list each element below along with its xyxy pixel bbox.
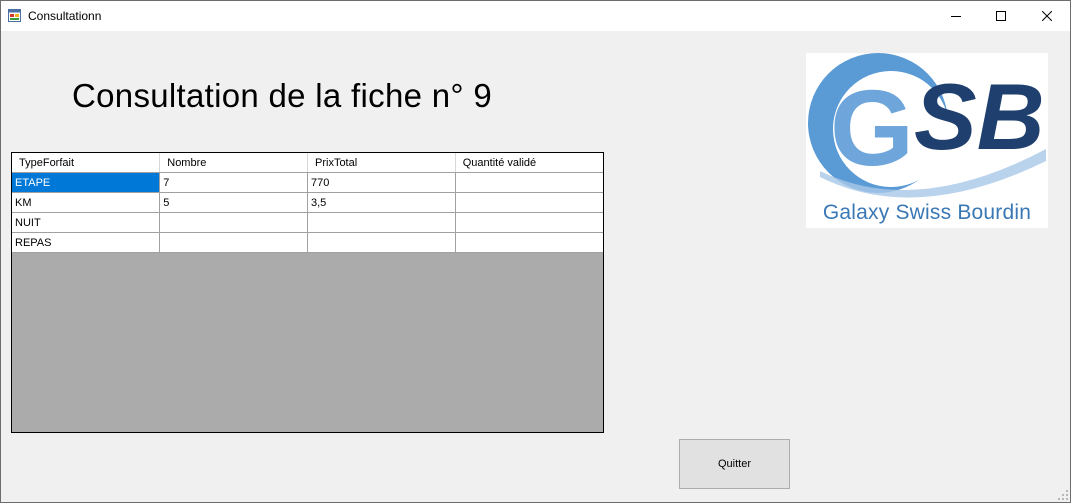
maximize-icon	[996, 11, 1006, 21]
minimize-icon	[951, 16, 961, 17]
table-row[interactable]: REPAS	[12, 232, 603, 253]
table-header-row: TypeForfait Nombre PrixTotal Quantité va…	[12, 153, 603, 173]
maximize-button[interactable]	[978, 1, 1024, 31]
table-cell[interactable]: 7	[159, 172, 308, 193]
minimize-button[interactable]	[933, 1, 979, 31]
table-cell[interactable]	[159, 212, 308, 233]
column-header-nombre[interactable]: Nombre	[159, 153, 308, 173]
table-cell[interactable]	[307, 212, 456, 233]
table-row[interactable]: KM 5 3,5	[12, 192, 603, 213]
close-icon	[1042, 11, 1052, 21]
title-bar[interactable]: Consultationn	[1, 1, 1070, 31]
window-title: Consultationn	[28, 9, 102, 23]
table-cell[interactable]	[455, 232, 603, 253]
table-cell[interactable]	[455, 212, 603, 233]
table-cell[interactable]	[455, 172, 603, 193]
logo-caption: Galaxy Swiss Bourdin	[822, 201, 1032, 224]
table-cell[interactable]: NUIT	[12, 212, 161, 233]
quit-button[interactable]: Quitter	[679, 439, 790, 489]
consultation-window: Consultationn Consultation de la fiche n…	[0, 0, 1071, 503]
logo-letters-sb: SB	[914, 64, 1045, 169]
table-row[interactable]: ETAPE 7 770	[12, 172, 603, 193]
table-cell[interactable]: REPAS	[12, 232, 161, 253]
forfait-data-grid[interactable]: TypeForfait Nombre PrixTotal Quantité va…	[11, 152, 604, 433]
resize-grip-icon[interactable]	[1058, 490, 1068, 500]
gsb-logo-mark: G SB	[808, 53, 1046, 198]
table-row[interactable]: NUIT	[12, 212, 603, 233]
column-header-quantite-valide[interactable]: Quantité validé	[455, 153, 603, 173]
close-button[interactable]	[1024, 1, 1070, 31]
table-cell[interactable]: 770	[307, 172, 456, 193]
table-cell[interactable]: 5	[159, 192, 308, 213]
column-header-typeforfait[interactable]: TypeForfait	[12, 153, 161, 173]
table-cell[interactable]	[159, 232, 308, 253]
table-cell[interactable]: 3,5	[307, 192, 456, 213]
table-cell-selected[interactable]: ETAPE	[12, 172, 161, 193]
app-form-icon	[8, 9, 21, 22]
gsb-logo: G SB Galaxy Swiss Bourdin	[806, 53, 1048, 228]
table-cell[interactable]: KM	[12, 192, 161, 213]
table-cell[interactable]	[455, 192, 603, 213]
column-header-prixtotal[interactable]: PrixTotal	[307, 153, 456, 173]
table-cell[interactable]	[307, 232, 456, 253]
page-title: Consultation de la fiche n° 9	[72, 77, 492, 114]
logo-letter-g: G	[830, 67, 914, 188]
